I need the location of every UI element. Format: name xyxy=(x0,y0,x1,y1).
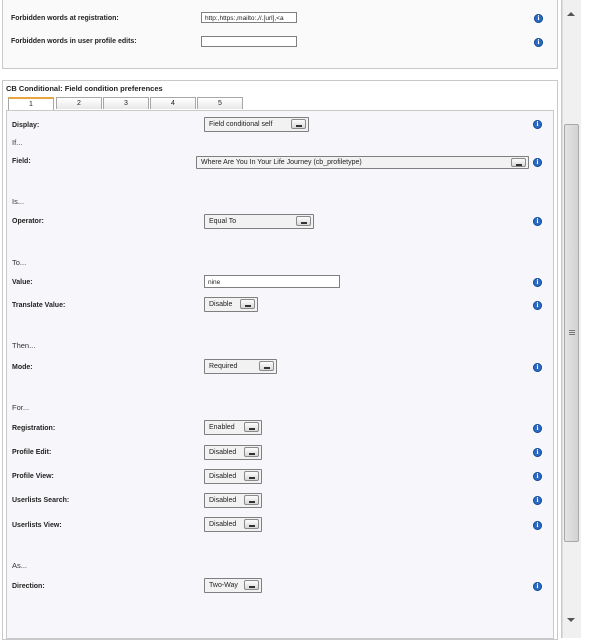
for-heading: For... xyxy=(12,403,30,412)
chevron-down-icon xyxy=(291,119,306,129)
display-select-value: Field conditional self xyxy=(209,121,273,128)
tab-4[interactable]: 4 xyxy=(150,97,196,109)
chevron-down-icon xyxy=(240,299,255,309)
profile-edit-select-value: Disabled xyxy=(209,449,237,456)
chevron-down-icon xyxy=(244,495,259,505)
registration-label: Registration: xyxy=(12,425,56,432)
info-icon[interactable]: i xyxy=(533,158,542,167)
info-icon[interactable]: i xyxy=(534,14,543,23)
to-heading: To... xyxy=(12,258,27,267)
as-heading: As... xyxy=(12,561,28,570)
info-icon[interactable]: i xyxy=(533,278,542,287)
field-select[interactable]: Where Are You In Your Life Journey (cb_p… xyxy=(196,156,529,169)
value-input[interactable]: nine xyxy=(204,275,340,288)
operator-select-value: Equal To xyxy=(209,218,237,225)
info-icon[interactable]: i xyxy=(533,521,542,530)
tab-1[interactable]: 1 xyxy=(8,97,54,110)
tab-2[interactable]: 2 xyxy=(56,97,102,109)
mode-select[interactable]: Required xyxy=(204,359,277,374)
tab-area: 1 2 3 4 5 Display: Field conditional sel… xyxy=(6,95,554,639)
chevron-down-icon xyxy=(244,580,259,590)
forbidden-profile-input[interactable] xyxy=(201,36,297,47)
direction-select[interactable]: Two-Way xyxy=(204,578,262,593)
direction-label: Direction: xyxy=(12,583,45,590)
direction-select-value: Two-Way xyxy=(209,582,238,589)
chevron-down-icon xyxy=(244,519,259,529)
chevron-down-icon xyxy=(244,447,259,457)
chevron-down-icon xyxy=(511,158,526,167)
cb-conditional-panel: CB Conditional: Field condition preferen… xyxy=(2,80,558,640)
translate-value-label: Translate Value: xyxy=(12,302,66,309)
profile-edit-label: Profile Edit: xyxy=(12,449,52,456)
info-icon[interactable]: i xyxy=(533,472,542,481)
profile-edit-select[interactable]: Disabled xyxy=(204,445,262,460)
translate-value-select[interactable]: Disable xyxy=(204,297,258,312)
display-label: Display: xyxy=(12,122,40,129)
userlists-search-select[interactable]: Disabled xyxy=(204,493,262,508)
registration-select-value: Enabled xyxy=(209,424,235,431)
tab-5[interactable]: 5 xyxy=(197,97,243,109)
scrollbar-thumb[interactable] xyxy=(564,124,579,542)
is-heading: Is... xyxy=(12,197,25,206)
if-heading: If... xyxy=(12,138,23,147)
info-icon[interactable]: i xyxy=(533,582,542,591)
profile-view-select[interactable]: Disabled xyxy=(204,469,262,484)
userlists-view-select-value: Disabled xyxy=(209,521,237,528)
value-label: Value: xyxy=(12,279,33,286)
tab-content: Display: Field conditional self i If... … xyxy=(6,110,554,639)
userlists-search-label: Userlists Search: xyxy=(12,497,70,504)
info-icon[interactable]: i xyxy=(533,363,542,372)
forbidden-registration-input[interactable]: http:,https:,mailto:,//.[url],<a xyxy=(201,12,297,23)
userlists-search-select-value: Disabled xyxy=(209,497,237,504)
scroll-up-arrow-icon[interactable] xyxy=(567,12,575,16)
info-icon[interactable]: i xyxy=(533,120,542,129)
info-icon[interactable]: i xyxy=(533,217,542,226)
chevron-down-icon xyxy=(244,471,259,481)
scroll-down-arrow-icon[interactable] xyxy=(567,618,575,622)
profile-view-label: Profile View: xyxy=(12,473,54,480)
mode-label: Mode: xyxy=(12,364,33,371)
info-icon[interactable]: i xyxy=(533,496,542,505)
profile-view-select-value: Disabled xyxy=(209,473,237,480)
grip-icon xyxy=(569,330,575,331)
operator-select[interactable]: Equal To xyxy=(204,214,314,229)
userlists-view-select[interactable]: Disabled xyxy=(204,517,262,532)
vertical-scrollbar[interactable] xyxy=(562,0,581,638)
tab-3[interactable]: 3 xyxy=(103,97,149,109)
mode-select-value: Required xyxy=(209,363,238,370)
then-heading: Then... xyxy=(12,341,36,350)
info-icon[interactable]: i xyxy=(533,301,542,310)
forbidden-profile-label: Forbidden words in user profile edits: xyxy=(11,38,137,45)
registration-select[interactable]: Enabled xyxy=(204,420,262,435)
chevron-down-icon xyxy=(259,361,274,371)
userlists-view-label: Userlists View: xyxy=(12,522,62,529)
spam-settings-panel: Forbidden words at registration: http:,h… xyxy=(2,0,558,69)
info-icon[interactable]: i xyxy=(533,448,542,457)
info-icon[interactable]: i xyxy=(533,424,542,433)
panel-title: CB Conditional: Field condition preferen… xyxy=(6,84,163,93)
chevron-down-icon xyxy=(296,216,311,226)
display-select[interactable]: Field conditional self xyxy=(204,117,309,132)
forbidden-registration-label: Forbidden words at registration: xyxy=(11,15,119,22)
field-label: Field: xyxy=(12,158,31,165)
page-container: Forbidden words at registration: http:,h… xyxy=(0,0,562,640)
translate-value-select-value: Disable xyxy=(209,301,233,308)
field-select-value: Where Are You In Your Life Journey (cb_p… xyxy=(201,159,362,166)
operator-label: Operator: xyxy=(12,218,44,225)
info-icon[interactable]: i xyxy=(534,38,543,47)
chevron-down-icon xyxy=(244,422,259,432)
